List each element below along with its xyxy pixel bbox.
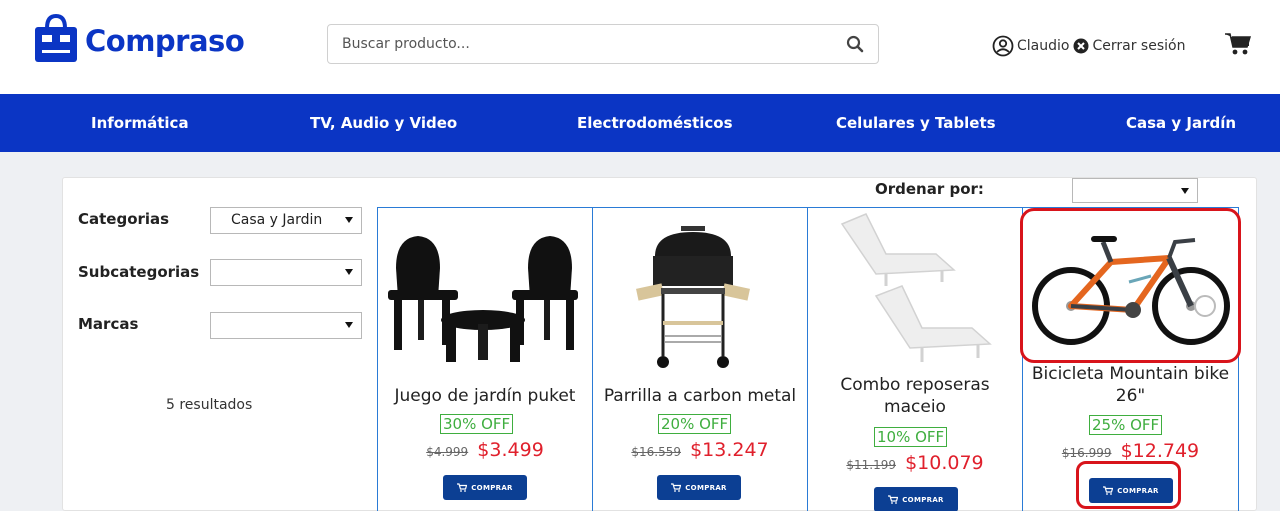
charcoal-grill-image [636,226,750,368]
price-row: $4.999 $3.499 [378,439,592,461]
user-circle-icon [992,35,1014,57]
price-row: $16.999 $12.749 [1023,440,1238,462]
chevron-down-icon [345,217,353,223]
sort-select[interactable] [1072,178,1198,203]
product-card[interactable]: Parrilla a carbon metal 20% OFF $16.559 … [593,207,808,511]
nav-item-electrodomesticos[interactable]: Electrodomésticos [577,94,733,152]
price-row: $16.559 $13.247 [593,439,807,461]
subcategories-select[interactable] [210,259,362,286]
current-price: $3.499 [477,439,544,461]
product-card[interactable]: Bicicleta Mountain bike 26" 25% OFF $16.… [1023,207,1239,511]
cart-icon [671,483,682,492]
search-bar [327,24,879,64]
buy-button-label: COMPRAR [685,483,727,492]
cart-icon [888,495,899,504]
discount-badge: 25% OFF [1089,415,1163,435]
buy-button-label: COMPRAR [1117,486,1159,495]
user-name-link[interactable]: Claudio [1017,38,1069,54]
nav-item-informatica[interactable]: Informática [91,94,189,152]
shopping-bag-logo-icon [35,14,77,62]
discount-badge: 20% OFF [658,414,732,434]
garden-chairs-image [388,236,578,362]
categories-select[interactable]: Casa y Jardin [210,207,362,234]
mountain-bike-image [1032,236,1230,345]
nav-item-casa-jardin[interactable]: Casa y Jardín [1126,94,1236,152]
results-count: 5 resultados [166,397,253,413]
sun-loungers-image [840,213,992,362]
old-price: $4.999 [426,445,469,459]
brands-select[interactable] [210,312,362,339]
search-input[interactable] [328,25,828,63]
buy-button[interactable]: COMPRAR [443,475,527,500]
categories-label: Categorias [78,210,170,228]
logout-label: Cerrar sesión [1092,38,1186,54]
chevron-down-icon [345,269,353,275]
discount-badge: 30% OFF [440,414,514,434]
close-circle-icon [1073,38,1089,54]
chevron-down-icon [345,322,353,328]
site-header: Compraso Claudio Cerrar sesión [0,0,1280,94]
sort-label: Ordenar por: [875,180,984,198]
buy-button-label: COMPRAR [471,483,513,492]
search-icon[interactable] [846,35,864,53]
product-title[interactable]: Bicicleta Mountain bike 26" [1023,363,1238,407]
brand-logo[interactable]: Compraso [33,14,245,64]
product-card[interactable]: Combo reposeras maceio 10% OFF $11.199 $… [808,207,1023,511]
discount-badge: 10% OFF [874,427,948,447]
logout-link[interactable]: Cerrar sesión [1073,38,1185,54]
old-price: $11.199 [846,458,896,472]
cart-icon [1103,486,1114,495]
category-nav: Informática TV, Audio y Video Electrodom… [0,94,1280,152]
product-title[interactable]: Parrilla a carbon metal [593,385,807,407]
user-area: Claudio Cerrar sesión [992,35,1185,57]
price-row: $11.199 $10.079 [808,452,1022,474]
brand-name: Compraso [85,24,245,58]
nav-item-tv-audio-video[interactable]: TV, Audio y Video [310,94,457,152]
buy-button[interactable]: COMPRAR [874,487,958,511]
old-price: $16.999 [1061,446,1112,460]
categories-select-value: Casa y Jardin [231,212,323,228]
subcategories-label: Subcategorias [78,263,200,281]
product-title[interactable]: Combo reposeras maceio [808,374,1022,418]
buy-button[interactable]: COMPRAR [1089,478,1173,503]
buy-button-label: COMPRAR [902,495,944,504]
product-title[interactable]: Juego de jardín puket [378,385,592,407]
chevron-down-icon [1181,188,1189,194]
cart-icon [457,483,468,492]
current-price: $13.247 [690,439,769,461]
old-price: $16.559 [631,445,681,459]
nav-item-celulares-tablets[interactable]: Celulares y Tablets [836,94,996,152]
current-price: $10.079 [905,452,984,474]
product-card[interactable]: Juego de jardín puket 30% OFF $4.999 $3.… [378,207,593,511]
brands-label: Marcas [78,315,139,333]
cart-icon[interactable] [1225,32,1251,56]
buy-button[interactable]: COMPRAR [657,475,741,500]
current-price: $12.749 [1120,440,1200,462]
